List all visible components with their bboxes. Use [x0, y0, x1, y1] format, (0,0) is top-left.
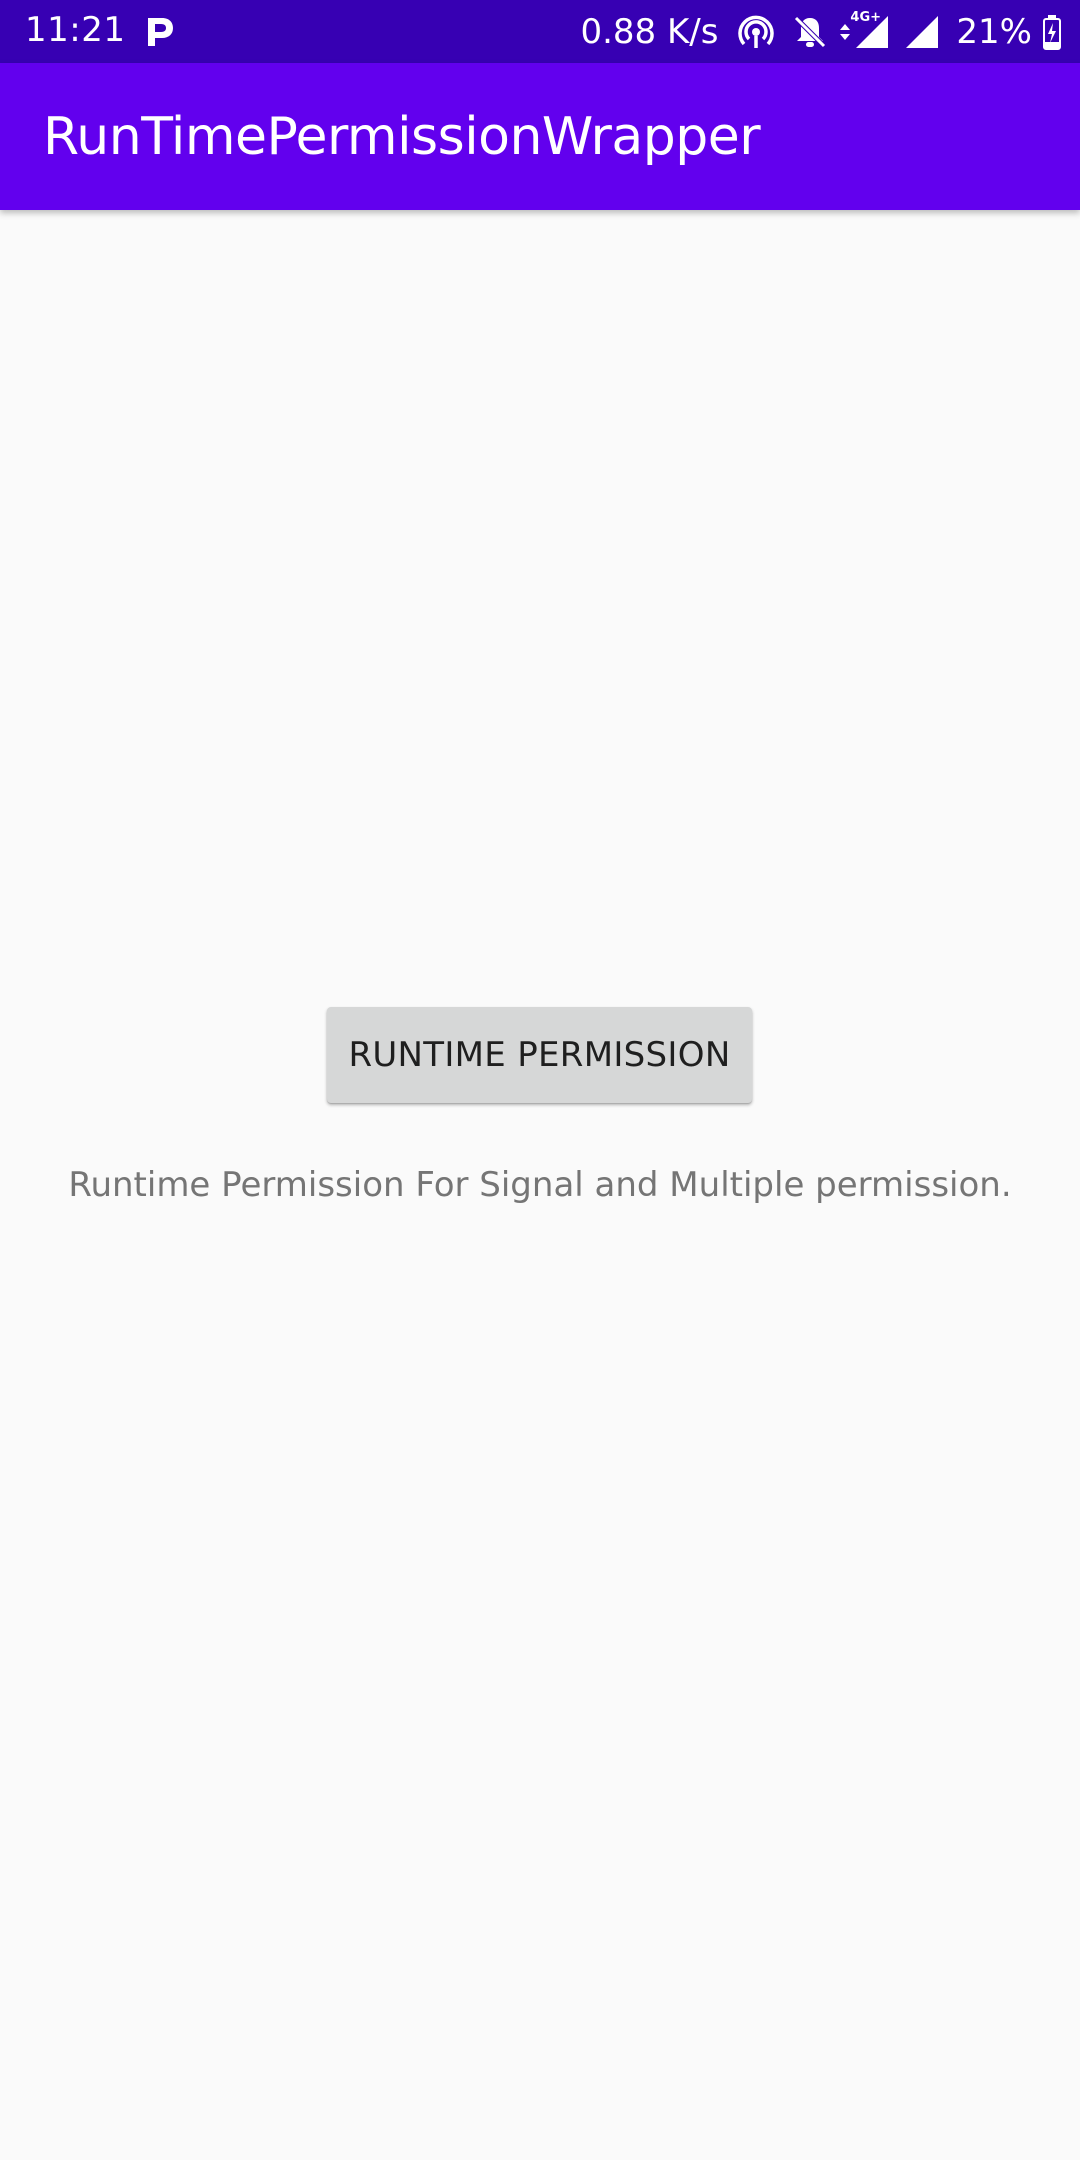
main-content: RUNTIME PERMISSION Runtime Permission Fo… — [0, 210, 1080, 2160]
parking-app-icon — [140, 12, 180, 52]
signal-4g-icon: 4G+ — [850, 9, 892, 52]
battery-charging-icon — [1042, 12, 1062, 52]
notifications-muted-icon — [790, 12, 830, 52]
status-icons: 0.88 K/s 4G+ 21% — [580, 0, 1062, 63]
hotspot-icon — [736, 12, 776, 52]
app-title: RunTimePermissionWrapper — [43, 107, 761, 167]
signal-icon — [902, 12, 942, 52]
battery-percent: 21% — [956, 11, 1032, 52]
app-bar: RunTimePermissionWrapper — [0, 63, 1080, 210]
runtime-permission-button[interactable]: RUNTIME PERMISSION — [327, 1007, 752, 1103]
network-speed: 0.88 K/s — [580, 11, 719, 52]
status-time: 11:21 — [25, 10, 126, 50]
network-type: 4G+ — [850, 9, 882, 25]
description-text: Runtime Permission For Signal and Multip… — [68, 1165, 1012, 1205]
status-bar: 11:21 0.88 K/s 4G+ 21% — [0, 0, 1080, 63]
